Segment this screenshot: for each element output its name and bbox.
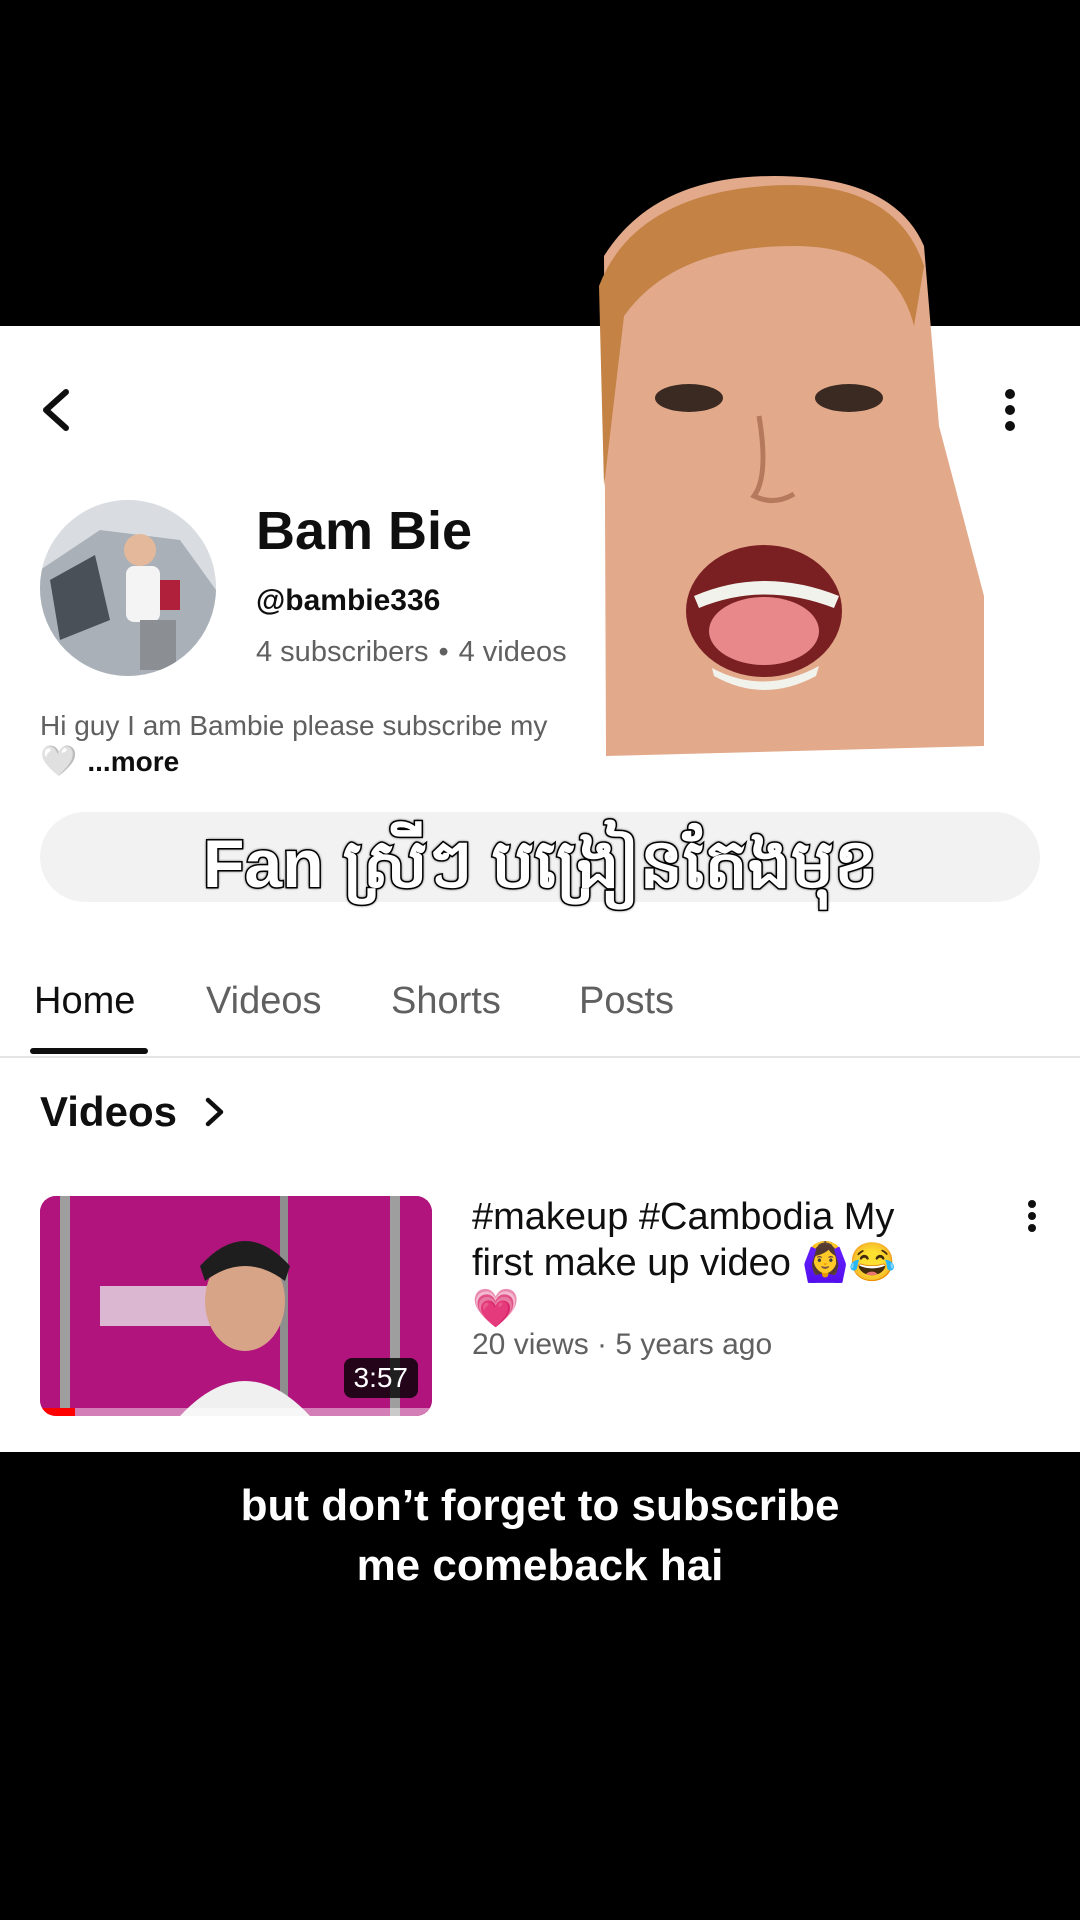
description-more-link[interactable]: 🤍 ...more bbox=[40, 744, 179, 779]
channel-name: Bam Bie bbox=[256, 501, 473, 561]
channel-tabs: Home Videos Shorts Posts bbox=[0, 970, 1080, 1058]
video-duration: 3:57 bbox=[343, 1358, 418, 1398]
watch-progress-track bbox=[40, 1408, 432, 1416]
video-options-button[interactable] bbox=[1020, 1196, 1044, 1236]
video-title-line: 💗 bbox=[472, 1288, 520, 1330]
video-title[interactable]: #makeup #Cambodia My first make up video… bbox=[472, 1194, 952, 1332]
section-title: Videos bbox=[40, 1088, 177, 1135]
back-button[interactable] bbox=[34, 380, 84, 440]
subtitle-caption: but don’t forget to subscribe me comebac… bbox=[0, 1476, 1080, 1596]
video-title-line: #makeup #Cambodia My bbox=[472, 1196, 895, 1238]
subtitle-line: but don’t forget to subscribe bbox=[240, 1481, 840, 1530]
tab-home[interactable]: Home bbox=[34, 980, 135, 1023]
avatar-photo bbox=[40, 500, 216, 676]
video-count: 4 videos bbox=[458, 636, 567, 668]
tab-videos[interactable]: Videos bbox=[206, 980, 322, 1023]
face-photo bbox=[599, 176, 984, 756]
active-tab-indicator bbox=[30, 1048, 148, 1054]
videos-section-header[interactable]: Videos bbox=[40, 1088, 229, 1136]
subscriber-count: 4 subscribers bbox=[256, 636, 429, 668]
vertical-dots-icon bbox=[1028, 1200, 1036, 1232]
more-label: ...more bbox=[87, 746, 180, 777]
chevron-right-icon bbox=[205, 1097, 223, 1127]
channel-avatar[interactable] bbox=[40, 500, 216, 676]
overlay-caption: Fan ស្រីៗ បង្រៀនតែងមុខ bbox=[201, 825, 878, 904]
watch-progress-bar bbox=[40, 1408, 76, 1416]
overlay-face-sticker bbox=[594, 176, 984, 756]
tab-shorts[interactable]: Shorts bbox=[391, 980, 501, 1023]
channel-stats: 4 subscribers • 4 videos bbox=[256, 636, 567, 669]
vertical-dots-icon bbox=[1005, 389, 1015, 431]
subtitle-line: me comeback hai bbox=[356, 1541, 724, 1590]
video-title-line: first make up video 🙆‍♀️😂 bbox=[472, 1242, 897, 1284]
video-meta: 20 views · 5 years ago bbox=[472, 1328, 773, 1361]
more-options-button[interactable] bbox=[990, 380, 1030, 440]
white-heart-icon: 🤍 bbox=[40, 745, 78, 778]
channel-description: Hi guy I am Bambie please subscribe my bbox=[40, 710, 548, 741]
channel-handle: @bambie336 bbox=[256, 584, 441, 617]
separator-dot: • bbox=[438, 636, 449, 668]
chevron-left-icon bbox=[43, 389, 69, 431]
video-thumbnail[interactable]: 3:57 bbox=[40, 1196, 432, 1416]
tab-posts[interactable]: Posts bbox=[579, 980, 674, 1023]
